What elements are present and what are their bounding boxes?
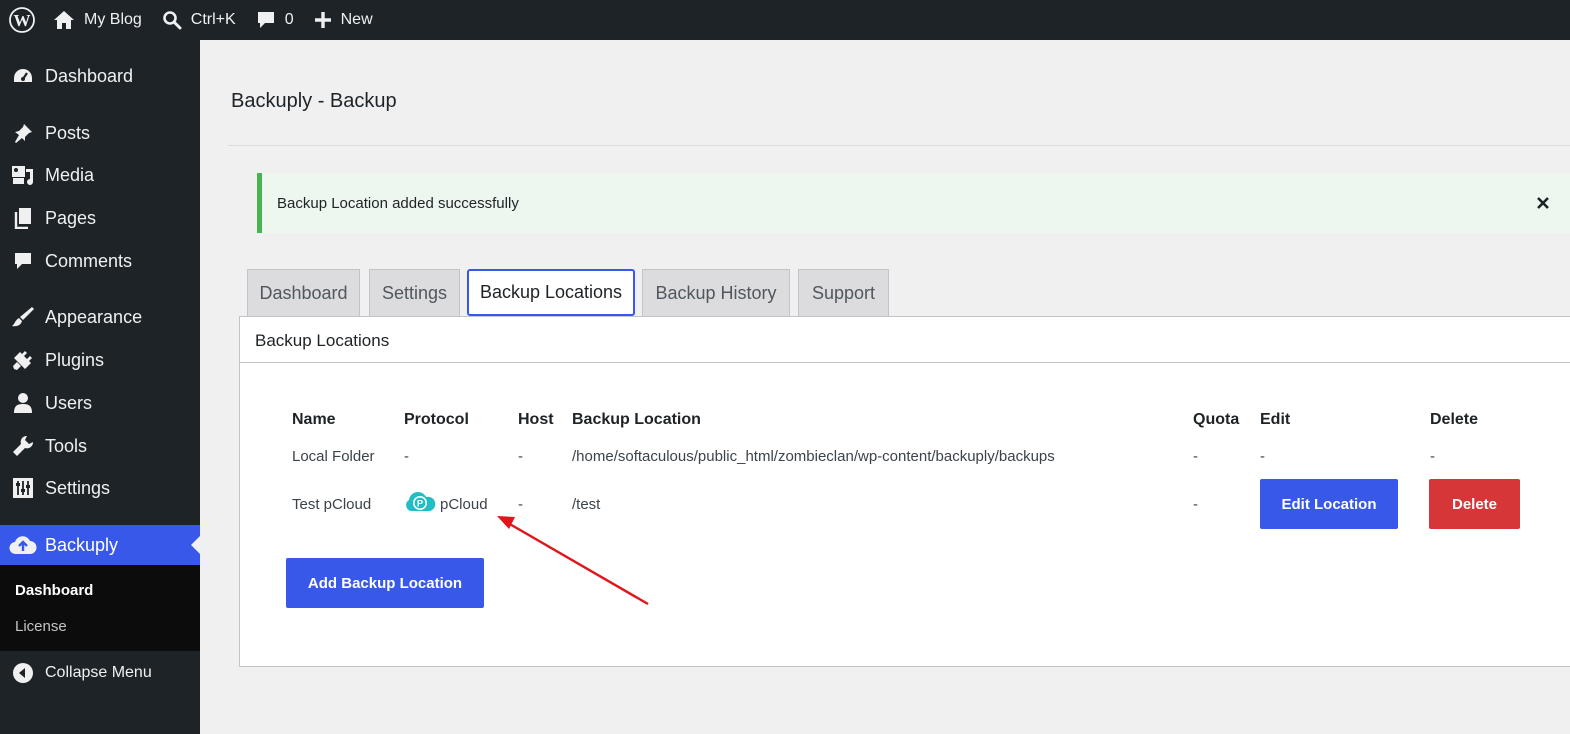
comments-link[interactable]: 0 — [246, 0, 304, 40]
sidebar-item-appearance[interactable]: Appearance — [0, 297, 200, 337]
sidebar-item-dashboard[interactable]: Dashboard — [0, 56, 200, 96]
row-local-folder-edit: - — [1260, 448, 1265, 465]
row-local-folder-delete: - — [1430, 448, 1435, 465]
sidebar-item-users[interactable]: Users — [0, 383, 200, 423]
column-header-backup-location: Backup Location — [572, 411, 701, 428]
tab-support[interactable]: Support — [798, 269, 889, 316]
home-icon — [54, 11, 74, 29]
tab-dashboard[interactable]: Dashboard — [247, 269, 360, 316]
panel-header: Backup Locations — [240, 317, 1570, 363]
success-notice: Backup Location added successfully — [257, 173, 1570, 233]
collapse-arrow-icon — [12, 663, 33, 683]
sidebar-item-label: Dashboard — [45, 65, 134, 86]
svg-text:W: W — [14, 11, 31, 30]
sidebar-item-label: Tools — [45, 435, 88, 456]
search-icon — [162, 11, 182, 30]
sidebar-item-label: Posts — [45, 122, 91, 143]
media-icon — [11, 166, 33, 185]
page-title: Backuply - Backup — [231, 90, 397, 112]
column-header-name: Name — [292, 411, 336, 428]
sidebar-item-label: Backuply — [45, 534, 119, 555]
sidebar-item-settings[interactable]: Settings — [0, 468, 200, 508]
plug-icon — [12, 351, 32, 370]
comments-count: 0 — [284, 11, 294, 28]
admin-bar: W My Blog Ctrl+K 0 New — [0, 0, 1570, 40]
row-test-pcloud-location: /test — [572, 496, 601, 513]
brush-icon — [11, 307, 34, 327]
title-divider — [228, 145, 1570, 146]
site-name: My Blog — [84, 11, 142, 28]
row-test-pcloud-host: - — [518, 496, 523, 513]
add-backup-location-button[interactable]: Add Backup Location — [286, 558, 484, 608]
tab-settings[interactable]: Settings — [369, 269, 460, 316]
svg-text:P: P — [417, 499, 424, 510]
comment-icon — [257, 12, 274, 28]
column-header-delete: Delete — [1430, 411, 1479, 428]
wordpress-logo-icon[interactable]: W — [0, 0, 43, 40]
cloud-upload-icon — [8, 536, 36, 555]
pushpin-icon — [14, 124, 32, 143]
sidebar-item-label: Pages — [45, 207, 97, 228]
column-header-host: Host — [518, 411, 554, 428]
site-name-link[interactable]: My Blog — [43, 0, 152, 40]
notice-message: Backup Location added successfully — [277, 194, 519, 212]
dashboard-icon — [13, 69, 32, 82]
row-test-pcloud-quota: - — [1193, 496, 1198, 513]
edit-location-button[interactable]: Edit Location — [1260, 479, 1398, 529]
row-local-folder-protocol: - — [404, 448, 409, 465]
sidebar-item-media[interactable]: Media — [0, 155, 200, 195]
sidebar-item-label: Plugins — [45, 349, 105, 370]
tab-backup-history[interactable]: Backup History — [642, 269, 790, 316]
row-local-folder-quota: - — [1193, 448, 1198, 465]
column-header-edit: Edit — [1260, 411, 1291, 428]
column-header-quota: Quota — [1193, 411, 1240, 428]
delete-location-button[interactable]: Delete — [1429, 479, 1520, 529]
pcloud-logo-icon: P — [406, 492, 436, 511]
collapse-menu-label: Collapse Menu — [45, 664, 152, 681]
wrench-icon — [12, 435, 33, 456]
new-content-link[interactable]: New — [304, 0, 383, 40]
sidebar-item-label: Media — [45, 164, 95, 185]
admin-sidebar: Dashboard Posts Media Pages Comments App… — [0, 40, 200, 734]
tab-backup-locations[interactable]: Backup Locations — [467, 269, 635, 316]
row-local-folder-host: - — [518, 448, 523, 465]
row-local-folder-location: /home/softaculous/public_html/zombieclan… — [572, 448, 1055, 465]
pages-icon — [14, 208, 31, 229]
sliders-icon — [12, 478, 33, 498]
user-icon — [13, 393, 32, 413]
row-local-folder-name: Local Folder — [292, 448, 375, 465]
close-icon[interactable] — [1532, 192, 1554, 214]
sidebar-item-label: Users — [45, 392, 93, 413]
plus-icon — [314, 12, 331, 28]
collapse-menu-button[interactable]: Collapse Menu — [0, 653, 200, 693]
sidebar-item-posts[interactable]: Posts — [0, 113, 200, 153]
panel-title: Backup Locations — [255, 331, 390, 350]
submenu-item-license[interactable]: License — [15, 618, 67, 635]
sidebar-item-plugins[interactable]: Plugins — [0, 340, 200, 380]
comment-icon — [14, 253, 31, 269]
backup-locations-panel: Backup Locations Name Protocol Host Back… — [239, 316, 1570, 667]
sidebar-item-comments[interactable]: Comments — [0, 241, 200, 281]
row-test-pcloud-name: Test pCloud — [292, 496, 372, 513]
sidebar-item-label: Appearance — [45, 306, 143, 327]
search-shortcut: Ctrl+K — [190, 11, 236, 28]
new-label: New — [340, 11, 373, 28]
backuply-submenu: Dashboard License — [0, 565, 200, 651]
sidebar-item-pages[interactable]: Pages — [0, 198, 200, 238]
search-link[interactable]: Ctrl+K — [152, 0, 246, 40]
sidebar-item-backuply[interactable]: Backuply — [0, 525, 200, 565]
sidebar-item-label: Comments — [45, 250, 133, 271]
sidebar-item-tools[interactable]: Tools — [0, 426, 200, 466]
sidebar-item-label: Settings — [45, 477, 111, 498]
submenu-item-dashboard[interactable]: Dashboard — [15, 582, 93, 599]
row-test-pcloud-protocol: pCloud — [440, 496, 488, 513]
column-header-protocol: Protocol — [404, 411, 469, 428]
